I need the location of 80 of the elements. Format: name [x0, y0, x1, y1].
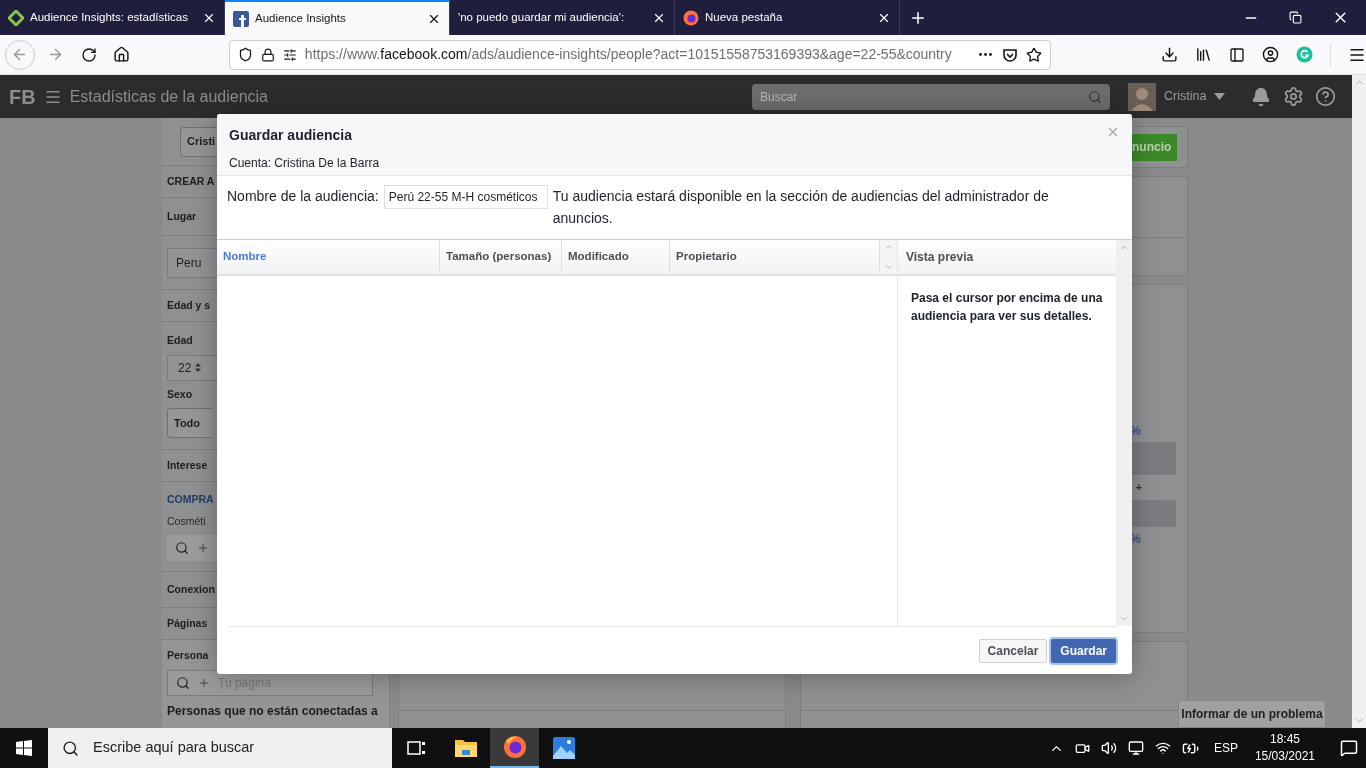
- settings-icon[interactable]: [1283, 86, 1305, 107]
- hint-text: Tu audiencia estará disponible en la sección de audiencias del administrador de anuncios.: [552, 187, 1050, 228]
- search-icon: [1088, 89, 1102, 104]
- tab-title: Audience Insights: estadísticas: [30, 9, 188, 25]
- search-icon: [176, 675, 190, 690]
- clock[interactable]: 18:45 15/03/2021: [1254, 731, 1315, 765]
- restore-icon[interactable]: [1289, 11, 1302, 24]
- reload-icon[interactable]: [80, 46, 97, 63]
- plus-icon: [197, 542, 209, 555]
- updown-icon: [195, 363, 202, 372]
- search-icon: [175, 541, 189, 556]
- field-label: Nombre de la audiencia:: [227, 187, 379, 206]
- speaker-icon[interactable]: [1100, 740, 1117, 756]
- section-heading: Páginas: [167, 615, 208, 631]
- account-icon[interactable]: [1262, 46, 1279, 63]
- caret-icon[interactable]: [1214, 93, 1226, 100]
- star-icon[interactable]: [1026, 46, 1042, 63]
- bar: [1132, 499, 1176, 527]
- age-select[interactable]: 22: [167, 354, 217, 381]
- folder-icon: [453, 738, 478, 758]
- pocket-icon[interactable]: [1002, 46, 1018, 63]
- language-indicator[interactable]: ESP: [1213, 739, 1238, 757]
- location-field[interactable]: Peru: [167, 247, 217, 278]
- category-heading: COMPRA: [167, 491, 214, 507]
- preview-text: Pasa el cursor por encima de una audiencia para ver sus detalles.: [910, 290, 1104, 325]
- user-name[interactable]: Cristina: [1164, 87, 1207, 106]
- report-button[interactable]: Informar de un problema: [1178, 700, 1326, 728]
- wifi-icon[interactable]: [1154, 740, 1171, 756]
- bar: [1132, 442, 1176, 475]
- section-heading: Persona: [167, 648, 209, 664]
- tab-title: Nueva pestaña: [705, 9, 783, 25]
- section-heading: Interese: [167, 457, 208, 473]
- section-heading: Conexion: [167, 581, 215, 597]
- section-heading: Personas que no están conectadas a: [167, 702, 378, 720]
- tab-title: 'no puedo guardar mi audiencia':: [458, 9, 625, 25]
- lock-icon: [260, 47, 275, 62]
- avatar[interactable]: [1128, 82, 1156, 111]
- address-bar[interactable]: https://www.facebook.com/ads/audience-insights/people?act=10151558753169393&age=22-55&country: [228, 39, 1051, 70]
- help-icon[interactable]: [1315, 86, 1337, 107]
- app-title: Estadísticas de la audiencia: [69, 86, 268, 107]
- plus-icon: [198, 676, 210, 689]
- logo[interactable]: FB: [9, 81, 36, 112]
- shield-icon: [237, 47, 253, 62]
- tab-title: Audience Insights: [255, 10, 346, 26]
- bell-icon[interactable]: [1251, 86, 1272, 107]
- column-header[interactable]: Tamaño (personas): [440, 240, 562, 274]
- plus-text: +: [1135, 480, 1142, 495]
- search-field[interactable]: [167, 535, 217, 562]
- sidebar-icon[interactable]: [1229, 46, 1245, 63]
- section-heading: Edad y s: [167, 297, 211, 313]
- cancel-button[interactable]: Cancelar: [978, 638, 1048, 663]
- square-icon: [233, 10, 249, 27]
- filter-button[interactable]: Todo: [167, 408, 212, 439]
- dialog-title: Guardar audiencia: [229, 126, 353, 145]
- name-field[interactable]: Perú 22-55 M-H cosméticos: [383, 185, 548, 209]
- category-text: Cosméti: [167, 513, 206, 529]
- photos-icon: [551, 736, 576, 760]
- windows-icon[interactable]: [16, 740, 32, 756]
- save-button[interactable]: Guardar: [1051, 638, 1116, 663]
- browser-tab[interactable]: Audience Insights: [225, 0, 450, 35]
- account-text: Cuenta: Cristina De la Barra: [229, 155, 381, 172]
- section-heading: Edad: [167, 332, 193, 348]
- section-heading: CREAR A: [167, 173, 215, 189]
- download-icon[interactable]: [1161, 46, 1178, 63]
- section-heading: Lugar: [167, 208, 197, 224]
- notification-icon[interactable]: [1340, 739, 1358, 757]
- url-text: https://www.facebook.com/ads/audience-insights/people?act=10151558753169393&age=22-55&country: [304, 45, 953, 64]
- task-view-icon: [406, 739, 427, 757]
- search-field[interactable]: Escribe aquí para buscar: [48, 728, 392, 768]
- column-header[interactable]: Modificado: [562, 240, 670, 274]
- preview-title: Vista previa: [906, 249, 974, 266]
- monitor-icon[interactable]: [1127, 740, 1144, 756]
- section-heading: Sexo: [167, 386, 193, 402]
- column-header[interactable]: Nombre: [217, 240, 440, 274]
- home-icon[interactable]: [112, 46, 130, 63]
- diamond-icon: [8, 9, 24, 26]
- permissions-icon: [282, 47, 297, 62]
- library-icon[interactable]: [1195, 46, 1212, 63]
- search-icon: [62, 739, 79, 757]
- filter-button[interactable]: Cristi: [180, 126, 217, 157]
